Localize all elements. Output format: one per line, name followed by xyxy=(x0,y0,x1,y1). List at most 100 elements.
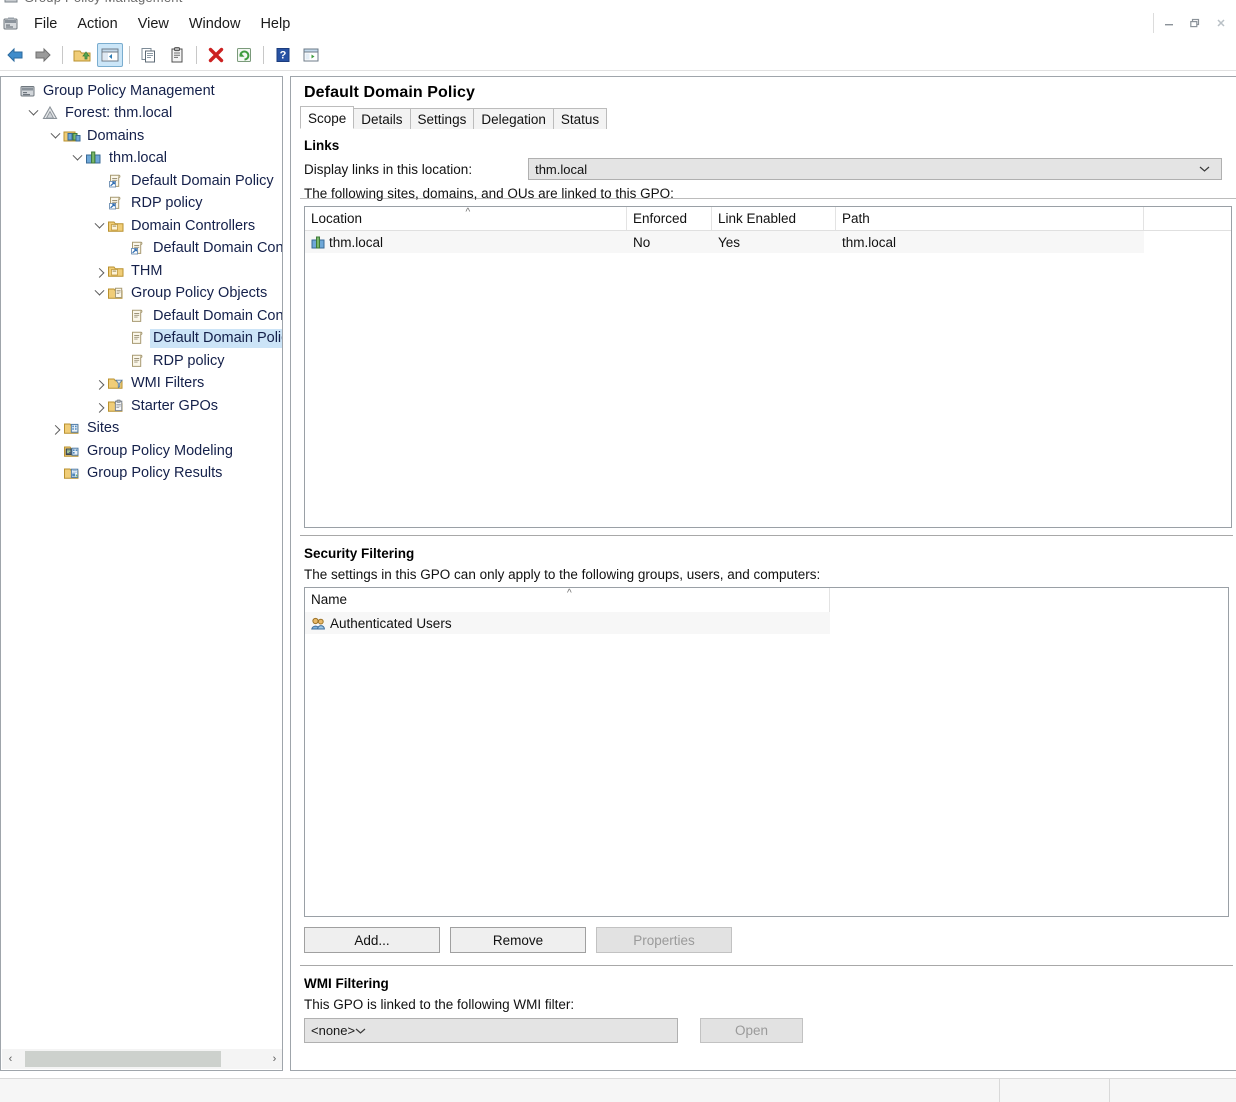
forward-icon[interactable] xyxy=(30,43,56,67)
gp-results-icon xyxy=(63,465,81,482)
chevron-down-icon[interactable] xyxy=(91,218,107,234)
paste-icon[interactable] xyxy=(164,43,190,67)
window-titlebar: Group Policy Management xyxy=(0,0,1236,8)
tree-item-label: Default Domain Contr xyxy=(153,307,283,324)
tree-item[interactable]: Default Domain Contr xyxy=(1,238,282,261)
add-button[interactable]: Add... xyxy=(304,927,440,953)
column-link-enabled[interactable]: Link Enabled xyxy=(712,207,836,230)
links-heading: Links xyxy=(304,138,340,153)
tree-item[interactable]: Domains xyxy=(1,125,282,148)
tree-item[interactable]: Group Policy Management xyxy=(1,80,282,103)
cell-location: thm.local xyxy=(305,235,627,250)
tab-details[interactable]: Details xyxy=(353,108,411,129)
tree-item[interactable]: Domain Controllers xyxy=(1,215,282,238)
tree-horizontal-scrollbar[interactable]: ‹ › xyxy=(2,1049,282,1069)
users-group-icon xyxy=(311,617,326,630)
scrollbar-track[interactable] xyxy=(19,1050,266,1068)
toolbar: ? xyxy=(0,41,1236,69)
tree-item-label: Sites xyxy=(87,420,120,437)
menu-help[interactable]: Help xyxy=(250,13,300,35)
chevron-down-icon[interactable] xyxy=(47,128,63,144)
scope-tab-content: Links Display links in this location: th… xyxy=(291,138,1236,1043)
scroll-left-arrow[interactable]: ‹ xyxy=(2,1050,19,1068)
tree-item-label: thm.local xyxy=(109,150,168,167)
table-row[interactable]: thm.local No Yes thm.local xyxy=(305,231,1144,253)
tree-item[interactable]: Default Domain Policy xyxy=(1,328,282,351)
tree-item[interactable]: Starter GPOs xyxy=(1,395,282,418)
chevron-down-icon[interactable] xyxy=(69,150,85,167)
menu-file[interactable]: File xyxy=(24,13,67,35)
tree-item-label: Group Policy Modeling xyxy=(87,442,233,459)
detail-pane: Default Domain Policy Scope Details Sett… xyxy=(290,76,1236,1071)
wmi-filter-dropdown[interactable]: <none> xyxy=(304,1018,678,1043)
column-location[interactable]: Location ^ xyxy=(305,207,627,230)
tree-item[interactable]: Default Domain Contr xyxy=(1,305,282,328)
system-menu-icon[interactable] xyxy=(2,15,20,33)
sort-ascending-icon: ^ xyxy=(567,588,572,599)
tree-item-label: Group Policy Results xyxy=(87,465,223,482)
column-enforced[interactable]: Enforced xyxy=(627,207,712,230)
remove-button[interactable]: Remove xyxy=(450,927,586,953)
menu-action[interactable]: Action xyxy=(67,13,127,35)
security-filtering-description: The settings in this GPO can only apply … xyxy=(304,567,821,582)
tree-item[interactable]: Group Policy Modeling xyxy=(1,440,282,463)
scroll-right-arrow[interactable]: › xyxy=(266,1050,282,1068)
new-window-icon[interactable] xyxy=(298,43,324,67)
tree-item[interactable]: Group Policy Objects xyxy=(1,283,282,306)
chevron-right-icon[interactable] xyxy=(91,263,107,279)
tab-delegation[interactable]: Delegation xyxy=(473,108,554,129)
svg-text:?: ? xyxy=(280,50,287,62)
refresh-icon[interactable] xyxy=(231,43,257,67)
tree-item[interactable]: THM xyxy=(1,260,282,283)
back-icon[interactable] xyxy=(2,43,28,67)
tab-scope[interactable]: Scope xyxy=(300,106,355,129)
copy-icon[interactable] xyxy=(136,43,162,67)
chevron-right-icon[interactable] xyxy=(91,398,107,414)
tree-item[interactable]: RDP policy xyxy=(1,193,282,216)
chevron-right-icon[interactable] xyxy=(47,421,63,437)
tree-item[interactable]: Forest: thm.local xyxy=(1,103,282,126)
wmi-filtering-description: This GPO is linked to the following WMI … xyxy=(304,997,575,1012)
security-filtering-listview[interactable]: Name ^ Authenticated Users xyxy=(304,587,1229,917)
column-name[interactable]: Name ^ xyxy=(305,588,830,612)
cell-link-enabled: Yes xyxy=(718,234,741,250)
display-links-label: Display links in this location: xyxy=(304,161,473,177)
restore-button[interactable] xyxy=(1182,12,1208,34)
list-item[interactable]: Authenticated Users xyxy=(305,612,830,634)
mdi-divider xyxy=(1153,13,1154,33)
section-separator xyxy=(300,535,1233,537)
chevron-down-icon[interactable] xyxy=(91,285,107,302)
location-dropdown[interactable]: thm.local xyxy=(528,158,1223,180)
menu-window[interactable]: Window xyxy=(179,13,251,35)
chevron-right-icon[interactable] xyxy=(91,376,107,392)
console-icon xyxy=(4,0,18,4)
tree-item[interactable]: Group Policy Results xyxy=(1,463,282,486)
mdi-window-controls xyxy=(1151,12,1234,34)
links-listview[interactable]: Location ^ Enforced Link Enabled Path th… xyxy=(304,206,1232,528)
tree-item[interactable]: Default Domain Policy xyxy=(1,170,282,193)
tree-item[interactable]: RDP policy xyxy=(1,350,282,373)
security-filtering-buttons: Add... Remove Properties xyxy=(304,927,1236,953)
tab-settings[interactable]: Settings xyxy=(409,108,475,129)
tree-item[interactable]: Sites xyxy=(1,418,282,441)
delete-icon[interactable] xyxy=(203,43,229,67)
tree-item[interactable]: WMI Filters xyxy=(1,373,282,396)
help-icon[interactable]: ? xyxy=(270,43,296,67)
tree-item-label: Group Policy Objects xyxy=(131,285,268,302)
show-hide-console-tree-icon[interactable] xyxy=(97,43,123,67)
chevron-down-icon xyxy=(355,1027,366,1035)
domains-icon xyxy=(63,128,81,145)
column-path[interactable]: Path xyxy=(836,207,1144,230)
console-tree-pane[interactable]: Group Policy Management Forest: thm.local… xyxy=(0,76,283,1071)
chevron-down-icon[interactable] xyxy=(25,105,41,122)
up-one-level-icon[interactable] xyxy=(69,43,95,67)
tree-item[interactable]: thm.local xyxy=(1,148,282,171)
menu-view[interactable]: View xyxy=(128,13,179,35)
tree-item-label: Domain Controllers xyxy=(131,217,256,234)
close-button[interactable] xyxy=(1208,12,1234,34)
minimize-button[interactable] xyxy=(1156,12,1182,34)
tree-item-label: Default Domain Policy xyxy=(150,329,282,349)
tab-status[interactable]: Status xyxy=(552,108,608,129)
scrollbar-thumb[interactable] xyxy=(25,1051,221,1067)
starter-gpos-icon xyxy=(107,398,125,415)
